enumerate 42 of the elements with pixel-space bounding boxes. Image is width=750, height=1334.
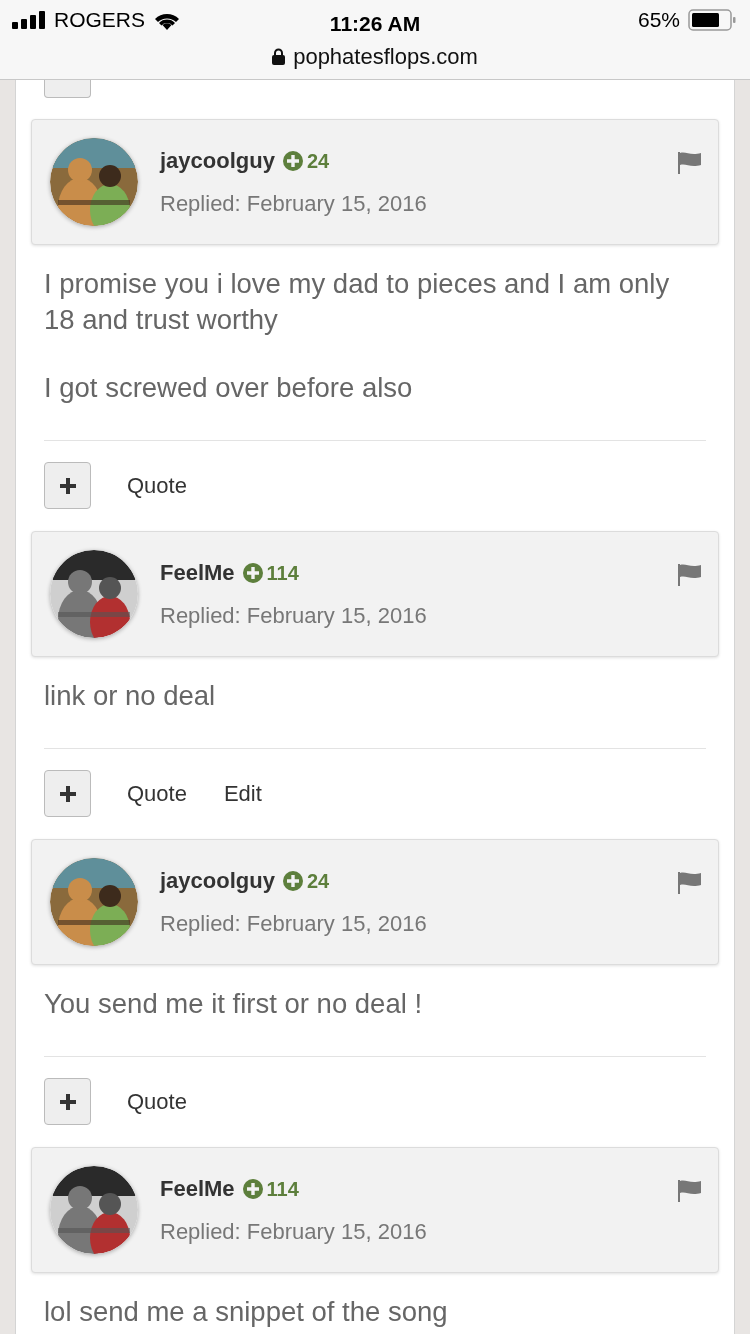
- add-reaction-button[interactable]: [44, 770, 91, 817]
- flag-icon[interactable]: [678, 151, 702, 174]
- post-text: You send me it first or no deal !: [43, 987, 424, 1021]
- action-link[interactable]: Quote: [127, 777, 187, 810]
- username-link[interactable]: FeelMe: [160, 556, 235, 589]
- reply-date: Replied: February 15, 2016: [160, 190, 428, 218]
- flag-icon[interactable]: [678, 1179, 702, 1202]
- post-text: I got screwed over before also: [43, 371, 414, 405]
- plus-circle-icon: [282, 870, 303, 891]
- carrier-name: ROGERS: [54, 7, 145, 34]
- reputation-count: 24: [306, 148, 330, 174]
- signal-icon: [12, 11, 46, 29]
- post-text: lol send me a snippet of the song: [43, 1295, 449, 1329]
- username-link[interactable]: jaycoolguy: [160, 864, 275, 897]
- plus-icon: [59, 477, 76, 494]
- plus-circle-icon: [242, 1178, 263, 1199]
- add-reaction-button[interactable]: [44, 1078, 91, 1125]
- reply-date: Replied: February 15, 2016: [160, 1218, 428, 1246]
- post-text: I promise you i love my dad to pieces and I am only 18 and trust worthy: [43, 267, 671, 337]
- reply-date: Replied: February 15, 2016: [160, 910, 428, 938]
- reputation-count: 114: [266, 560, 299, 586]
- flag-icon[interactable]: [678, 871, 702, 894]
- page-address[interactable]: pophatesflops.com: [293, 40, 478, 73]
- action-link[interactable]: Quote: [127, 1085, 187, 1118]
- plus-icon: [59, 785, 76, 802]
- add-reaction-button[interactable]: [44, 462, 91, 509]
- plus-circle-icon: [282, 150, 303, 171]
- username-link[interactable]: jaycoolguy: [160, 144, 275, 177]
- reputation-count: 24: [306, 868, 330, 894]
- post-text: link or no deal: [43, 679, 217, 713]
- username-link[interactable]: FeelMe: [160, 1172, 235, 1205]
- action-link[interactable]: Edit: [223, 777, 262, 810]
- lock-icon: [272, 48, 286, 65]
- plus-icon: [59, 1093, 76, 1110]
- reply-date: Replied: February 15, 2016: [160, 602, 428, 630]
- battery-icon: [688, 9, 736, 31]
- action-link[interactable]: Quote: [127, 469, 187, 502]
- clock-time: 11:26 AM: [329, 11, 421, 37]
- reputation-count: 114: [266, 1176, 299, 1202]
- plus-circle-icon: [242, 562, 263, 583]
- battery-percent: 65%: [637, 7, 680, 34]
- flag-icon[interactable]: [678, 563, 702, 586]
